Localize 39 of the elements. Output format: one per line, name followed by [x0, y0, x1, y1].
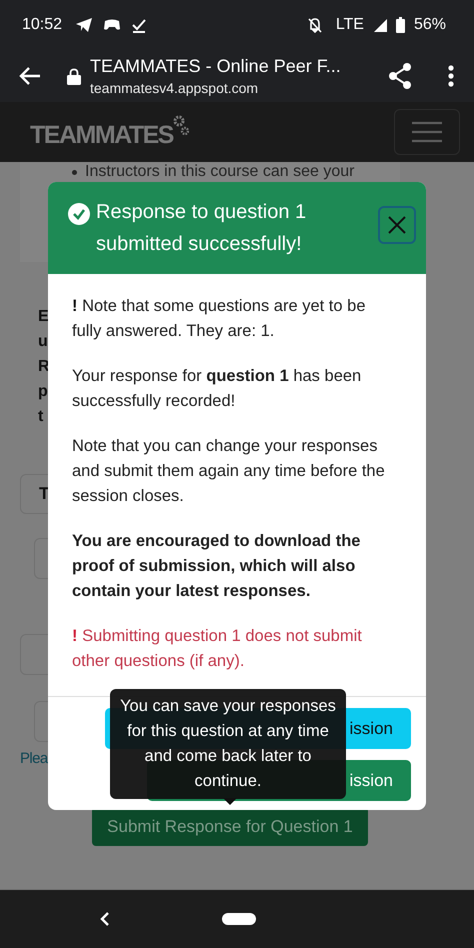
share-icon[interactable] [388, 63, 412, 89]
battery-icon [396, 17, 405, 33]
site-logo[interactable]: TEAMMATES [30, 120, 173, 150]
bullet-dot [72, 170, 77, 174]
text-fragment: t [38, 407, 44, 427]
bullet-text: Instructors in this course can see your [85, 163, 354, 181]
paper-plane-icon [75, 17, 94, 33]
text-fragment: R [38, 357, 51, 377]
home-button[interactable] [222, 913, 256, 925]
menu-button[interactable] [394, 109, 460, 155]
bell-off-icon [306, 17, 323, 33]
check-circle-icon [68, 203, 90, 225]
more-options-icon[interactable] [448, 65, 454, 87]
clock-time: 10:52 [22, 16, 62, 34]
message-text: ! Submitting question 1 does not submit other questions (if any). [72, 626, 363, 672]
gears-icon [172, 114, 189, 134]
lock-icon [67, 68, 81, 84]
text-fragment: p [38, 382, 49, 402]
signal-icon [372, 18, 387, 32]
tooltip-pointer [223, 798, 237, 805]
text-fragment: u [38, 332, 49, 352]
page-url: teammatesv4.appspot.com [90, 80, 260, 96]
back-arrow-icon[interactable] [19, 66, 41, 86]
close-button[interactable] [378, 206, 416, 244]
message-text: You are encouraged to download the proof of submission, which will also contain your latest responses. [72, 531, 362, 602]
menu-icon[interactable] [412, 121, 442, 143]
download-done-icon [131, 17, 148, 33]
submit-response-button[interactable]: Submit Response for Question 1 [92, 807, 368, 846]
back-chevron-icon[interactable] [100, 911, 110, 927]
battery-level: 56% [414, 16, 446, 34]
tooltip: You can save your responses for this question at any time and come back later to continue. [110, 689, 346, 799]
close-icon[interactable] [388, 216, 406, 234]
message-text: ! Note that some questions are yet to be fully answered. They are: 1. [72, 296, 367, 342]
network-label: LTE [336, 16, 364, 34]
help-link[interactable]: Plea [20, 750, 48, 767]
page-title: TEAMMATES - Online Peer F... [90, 56, 342, 77]
message-text: Your response for question 1 has been successfully recorded! [72, 366, 362, 412]
dialog-title: Response to question 1 submitted successfully! [96, 200, 308, 257]
text-fragment: E [38, 307, 50, 327]
